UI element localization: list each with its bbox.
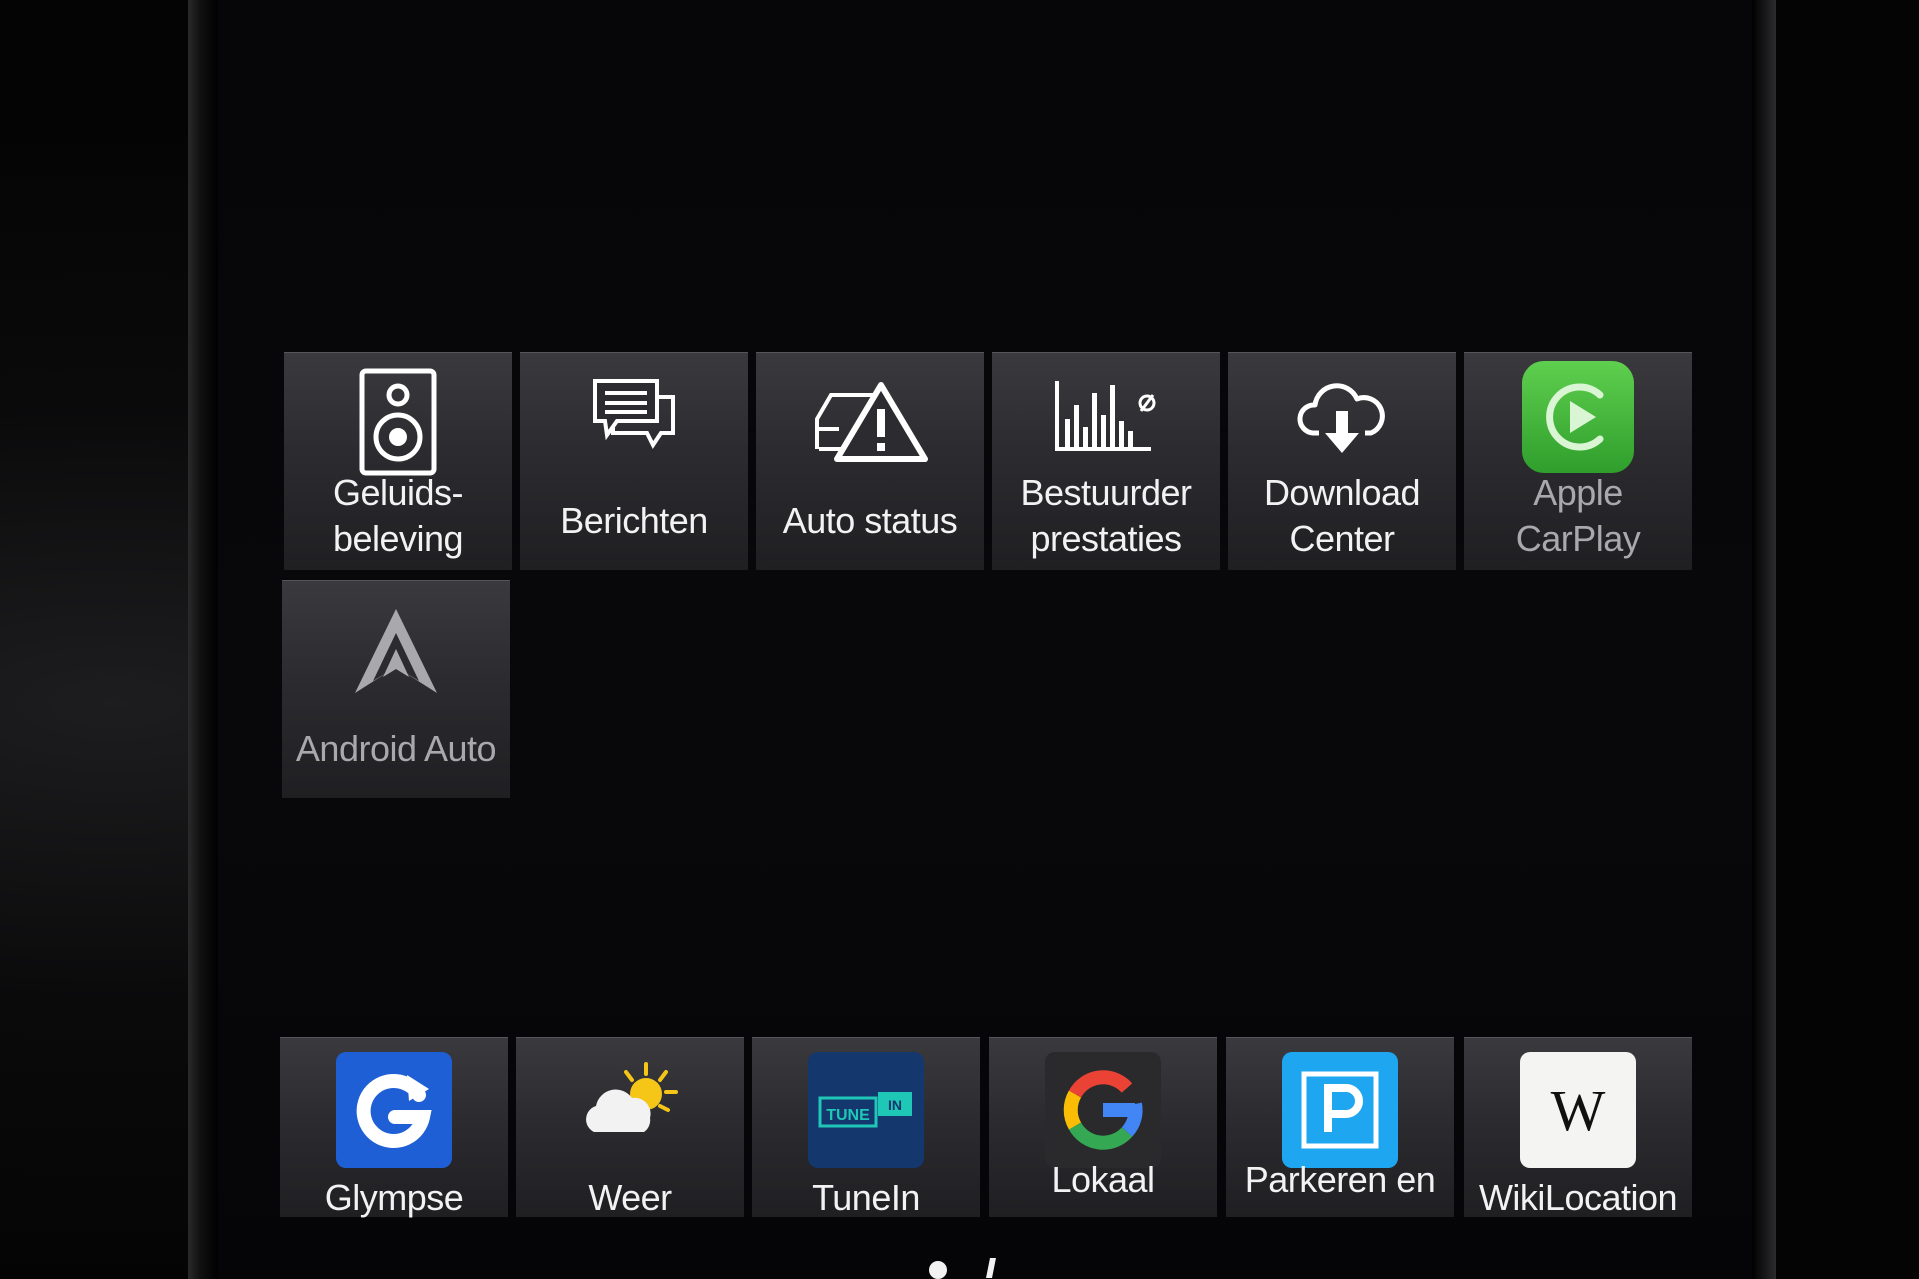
app-label: Glympse: [324, 1177, 464, 1218]
app-label: Download Center: [1263, 472, 1421, 559]
app-tile-weer[interactable]: Weer: [516, 1037, 744, 1218]
wikipedia-icon: W: [1520, 1052, 1636, 1168]
app-label: TuneIn: [812, 1177, 920, 1218]
app-tile-lokaal[interactable]: Lokaal: [989, 1037, 1217, 1217]
app-tile-apple-carplay[interactable]: Apple CarPlay: [1464, 352, 1692, 570]
app-label: WikiLocation: [1478, 1177, 1678, 1218]
glympse-icon: [336, 1052, 452, 1168]
cloud-download-icon: [1297, 381, 1387, 464]
app-tile-download-center[interactable]: Download Center: [1228, 352, 1456, 570]
car-warning-icon: [811, 379, 929, 468]
app-tile-bestuurder-prestaties[interactable]: Bestuurder prestaties: [992, 352, 1220, 570]
bezel-edge-left: [188, 0, 218, 1279]
svg-text:W: W: [1551, 1080, 1606, 1140]
app-tile-wikilocation[interactable]: W WikiLocation: [1464, 1037, 1692, 1218]
app-tile-auto-status[interactable]: Auto status: [756, 352, 984, 570]
app-tile-glympse[interactable]: Glympse: [280, 1037, 508, 1218]
svg-text:IN: IN: [888, 1097, 902, 1113]
parking-icon: [1282, 1052, 1398, 1168]
svg-text:TUNE: TUNE: [826, 1107, 870, 1124]
app-tile-geluidsbeleving[interactable]: Geluids- beleving: [284, 352, 512, 570]
speaker-icon: [358, 367, 438, 482]
carplay-icon: [1522, 361, 1634, 473]
android-auto-icon: [351, 605, 441, 702]
app-label: Weer: [588, 1177, 672, 1218]
app-tile-parkeren[interactable]: Parkeren en: [1226, 1037, 1454, 1217]
app-tile-android-auto[interactable]: Android Auto: [282, 580, 510, 798]
app-label: Auto status: [782, 500, 958, 541]
app-label: Bestuurder prestaties: [1020, 472, 1192, 559]
app-tile-tunein[interactable]: TUNE IN TuneIn: [752, 1037, 980, 1218]
weather-icon: [580, 1062, 680, 1143]
driver-stats-icon: [1051, 375, 1161, 460]
app-label: Berichten: [560, 500, 708, 541]
app-label: Lokaal: [1051, 1159, 1155, 1200]
app-label: Apple CarPlay: [1515, 472, 1641, 559]
tunein-icon: TUNE IN: [808, 1052, 924, 1168]
app-label: Geluids- beleving: [332, 472, 464, 559]
app-label: Android Auto: [295, 728, 497, 769]
google-icon: [1045, 1052, 1161, 1168]
app-label: Parkeren en: [1244, 1159, 1436, 1200]
messages-icon: [591, 377, 677, 462]
climate-bar-icons[interactable]: [918, 1250, 1038, 1279]
infotainment-screen: Geluids- beleving Berichten Auto status …: [218, 0, 1752, 1279]
app-tile-berichten[interactable]: Berichten: [520, 352, 748, 570]
bezel-edge-right: [1752, 0, 1776, 1279]
